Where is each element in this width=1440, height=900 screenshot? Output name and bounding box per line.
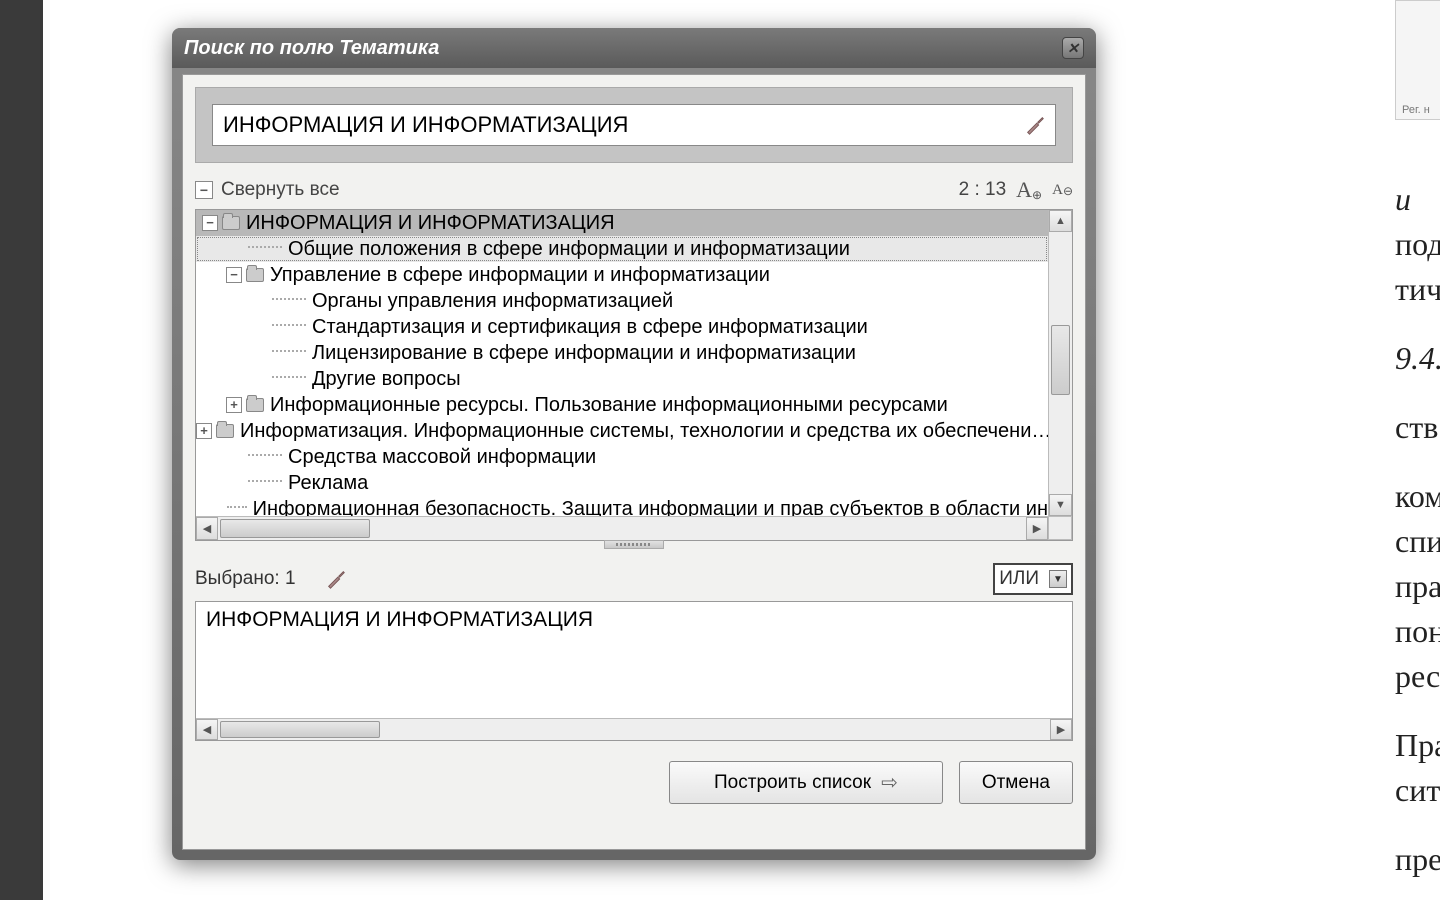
close-icon: ✕	[1067, 40, 1079, 57]
dropdown-caret-icon: ▼	[1049, 570, 1067, 588]
tree-toolbar: − Свернуть все 2 : 13 A⊕ A⊖	[195, 177, 1073, 203]
tree-label: Информатизация. Информационные системы, …	[240, 418, 1048, 444]
tree-connector	[272, 324, 306, 326]
expander-minus-icon[interactable]: −	[226, 267, 242, 283]
broom-icon	[325, 568, 347, 590]
scrollbar-thumb[interactable]	[220, 519, 370, 538]
tree-label: Реклама	[288, 470, 368, 496]
tree-connector	[272, 298, 306, 300]
tree-node[interactable]: Другие вопросы	[196, 366, 1048, 392]
arrow-right-icon: ⇨	[881, 770, 898, 795]
build-list-button[interactable]: Построить список ⇨	[669, 761, 943, 804]
scroll-right-arrow-icon[interactable]: ▶	[1026, 517, 1048, 540]
folder-icon	[246, 268, 264, 282]
broom-icon	[1024, 114, 1046, 136]
font-decrease-button[interactable]: A⊖	[1052, 182, 1073, 199]
tree-node[interactable]: Информационная безопасность. Защита инфо…	[196, 496, 1048, 516]
close-button[interactable]: ✕	[1062, 37, 1084, 59]
scroll-up-arrow-icon[interactable]: ▲	[1049, 210, 1072, 232]
selected-list[interactable]: ИНФОРМАЦИЯ И ИНФОРМАТИЗАЦИЯ ◀ ▶	[195, 601, 1073, 741]
search-panel	[195, 87, 1073, 163]
tree-label: Информационная безопасность. Защита инфо…	[253, 496, 1048, 516]
tree-node-root[interactable]: − ИНФОРМАЦИЯ И ИНФОРМАТИЗАЦИЯ	[196, 210, 1048, 236]
tree-node[interactable]: Стандартизация и сертификация в сфере ин…	[196, 314, 1048, 340]
tree-label: Управление в сфере информации и информат…	[270, 262, 770, 288]
tree-label: Органы управления информатизацией	[312, 288, 673, 314]
selection-bar: Выбрано: 1 ИЛИ ▼	[195, 563, 1073, 595]
logic-value: ИЛИ	[999, 568, 1039, 590]
left-strip	[0, 0, 43, 900]
expander-plus-icon[interactable]: +	[196, 423, 212, 439]
cancel-button[interactable]: Отмена	[959, 761, 1073, 804]
dialog-title: Поиск по полю Тематика	[184, 37, 439, 60]
collapse-all-label: Свернуть все	[221, 179, 340, 201]
search-dialog: Поиск по полю Тематика ✕ − Свернуть все	[172, 28, 1096, 860]
splitter-grip[interactable]	[604, 540, 664, 549]
clear-search-button[interactable]	[1019, 109, 1051, 141]
scrollbar-corner	[1048, 516, 1072, 540]
tree-label: ИНФОРМАЦИЯ И ИНФОРМАТИЗАЦИЯ	[246, 210, 615, 236]
tree-node[interactable]: − Управление в сфере информации и информ…	[196, 262, 1048, 288]
stub-label: Рег. н	[1402, 104, 1430, 116]
vertical-scrollbar[interactable]: ▲ ▼	[1048, 210, 1072, 516]
tree-connector	[248, 246, 282, 248]
tree-node[interactable]: + Информационные ресурсы. Пользование ин…	[196, 392, 1048, 418]
right-panel-stub: Рег. н	[1395, 0, 1440, 120]
tree-connector	[272, 350, 306, 352]
tree-label: Общие положения в сфере информации и инф…	[288, 236, 850, 262]
tree-node[interactable]: Средства массовой информации	[196, 444, 1048, 470]
tree-connector	[272, 376, 306, 378]
button-row: Построить список ⇨ Отмена	[195, 761, 1073, 804]
search-input[interactable]	[213, 108, 1019, 142]
tree-label: Лицензирование в сфере информации и инфо…	[312, 340, 856, 366]
cancel-label: Отмена	[982, 772, 1050, 794]
folder-icon	[222, 216, 240, 230]
folder-icon	[246, 398, 264, 412]
font-increase-button[interactable]: A⊕	[1016, 177, 1042, 203]
collapse-all-button[interactable]: −	[195, 181, 213, 199]
tree-node[interactable]: + Информатизация. Информационные системы…	[196, 418, 1048, 444]
scroll-right-arrow-icon[interactable]: ▶	[1050, 719, 1072, 740]
tree-connector	[248, 454, 282, 456]
tree-label: Другие вопросы	[312, 366, 461, 392]
titlebar[interactable]: Поиск по полю Тематика ✕	[172, 28, 1096, 68]
tree-node[interactable]: Органы управления информатизацией	[196, 288, 1048, 314]
tree-connector	[227, 506, 247, 508]
expander-minus-icon[interactable]: −	[202, 215, 218, 231]
selected-count-label: Выбрано: 1	[195, 568, 296, 590]
tree-node[interactable]: Лицензирование в сфере информации и инфо…	[196, 340, 1048, 366]
scroll-down-arrow-icon[interactable]: ▼	[1049, 494, 1072, 516]
expander-plus-icon[interactable]: +	[226, 397, 242, 413]
tree-area: − ИНФОРМАЦИЯ И ИНФОРМАТИЗАЦИЯ Общие поло…	[195, 209, 1073, 541]
selected-item[interactable]: ИНФОРМАЦИЯ И ИНФОРМАТИЗАЦИЯ	[196, 602, 1072, 638]
tree-label: Средства массовой информации	[288, 444, 596, 470]
tree-viewport[interactable]: − ИНФОРМАЦИЯ И ИНФОРМАТИЗАЦИЯ Общие поло…	[196, 210, 1048, 516]
build-list-label: Построить список	[714, 772, 871, 794]
right-page-text: и под тич 9.4. ств ком спи пра пон рес П…	[1395, 180, 1440, 885]
scroll-left-arrow-icon[interactable]: ◀	[196, 719, 218, 740]
tree-node-selected[interactable]: Общие положения в сфере информации и инф…	[196, 236, 1048, 262]
tree-label: Стандартизация и сертификация в сфере ин…	[312, 314, 868, 340]
clear-selection-button[interactable]	[320, 563, 352, 595]
tree-label: Информационные ресурсы. Пользование инфо…	[270, 392, 948, 418]
dialog-body: − Свернуть все 2 : 13 A⊕ A⊖ − ИНФОРМАЦИЯ	[182, 74, 1086, 850]
tree-connector	[248, 480, 282, 482]
match-counter: 2 : 13	[959, 179, 1007, 201]
scrollbar-thumb[interactable]	[1051, 325, 1070, 395]
scroll-left-arrow-icon[interactable]: ◀	[196, 517, 218, 540]
horizontal-scrollbar[interactable]: ◀ ▶	[196, 516, 1048, 540]
logic-operator-select[interactable]: ИЛИ ▼	[993, 563, 1073, 595]
scrollbar-thumb[interactable]	[220, 721, 380, 738]
folder-icon	[216, 424, 234, 438]
tree-node[interactable]: Реклама	[196, 470, 1048, 496]
horizontal-scrollbar[interactable]: ◀ ▶	[196, 718, 1072, 740]
